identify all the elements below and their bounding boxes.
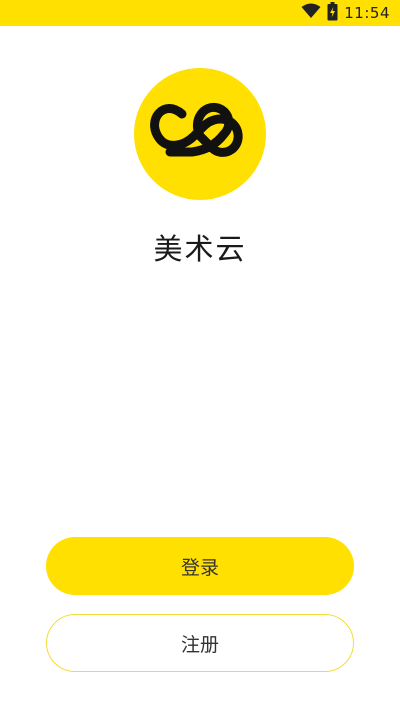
wifi-icon [301,3,321,23]
status-bar: 11:54 [0,0,400,26]
battery-icon [327,1,338,25]
app-logo [134,68,266,200]
login-button[interactable]: 登录 [46,537,354,595]
register-button[interactable]: 注册 [46,614,354,672]
cloud-infinity-logo [150,102,243,157]
status-icons: 11:54 [301,1,390,25]
status-time: 11:54 [344,4,390,22]
app-name: 美术云 [153,232,247,266]
